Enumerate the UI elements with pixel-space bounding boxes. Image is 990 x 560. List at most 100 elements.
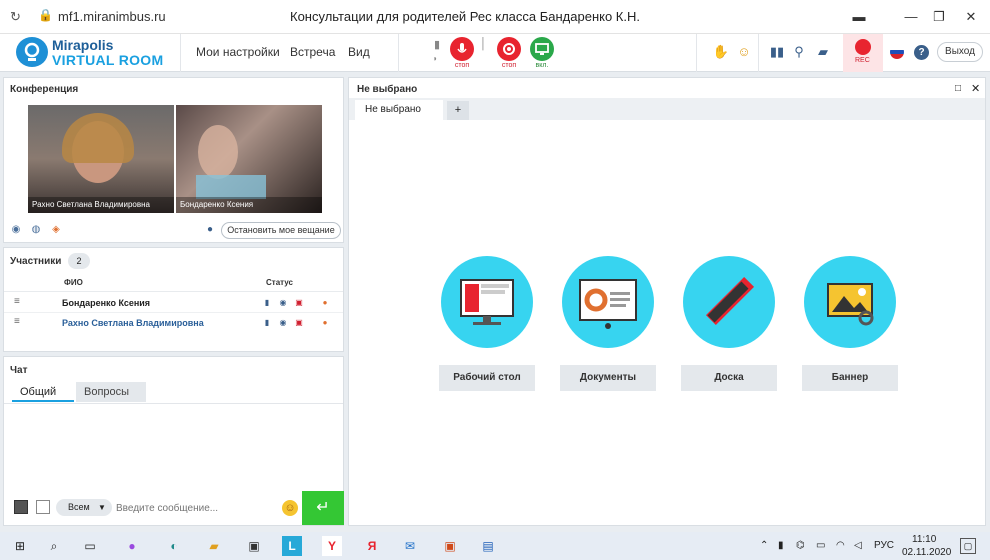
text-color-icon[interactable] xyxy=(14,500,28,514)
user-icon: ● xyxy=(206,224,214,235)
camera-icon[interactable]: ▬ xyxy=(848,6,870,28)
record-icon[interactable] xyxy=(855,39,871,55)
app-l-icon[interactable]: L xyxy=(282,536,302,556)
background-color-icon[interactable] xyxy=(36,500,50,514)
start-icon[interactable]: ⊞ xyxy=(10,536,30,556)
mic-status-icon: ▮ xyxy=(264,298,270,307)
file-explorer-icon[interactable]: ▰ xyxy=(204,536,224,556)
content-panel: Не выбрано □ ✕ Не выбрано + Рабочий стол… xyxy=(348,77,986,526)
role-icon: ● xyxy=(322,298,328,307)
whiteboard-button[interactable]: Доска xyxy=(681,365,777,391)
screen-status-icon: ▣ xyxy=(295,318,303,327)
search-icon[interactable]: ⌕ xyxy=(44,536,64,556)
network-icon[interactable]: ⌬ xyxy=(796,540,805,551)
help-icon[interactable]: ? xyxy=(914,45,929,60)
emoji-icon[interactable]: ☺ xyxy=(282,500,298,516)
windows-taskbar: ⊞ ⌕ ▭ ● ◐ ▰ ▣ L Y Я ✉ ▣ ▤ ⌃ ▮ ⌬ ▭ ◠ ◁ РУ… xyxy=(0,532,990,560)
video-tile[interactable]: Рахно Светлана Владимировна xyxy=(28,105,174,213)
documents-button[interactable]: Документы xyxy=(560,365,656,391)
address-bar[interactable]: mf1.miranimbus.ru xyxy=(58,9,166,24)
word-icon[interactable]: ▤ xyxy=(478,536,498,556)
chevron-down-icon: ▼ xyxy=(98,503,106,512)
volume-icon[interactable]: ◁ xyxy=(854,540,862,551)
wifi-icon[interactable]: ◠ xyxy=(836,540,845,551)
mic-toggle-icon[interactable]: ◑ xyxy=(432,54,437,63)
browser-title-bar: ↻ 🔒 mf1.miranimbus.ru Консультации для р… xyxy=(0,0,990,34)
participants-count-badge: 2 xyxy=(68,253,90,269)
camera-settings-icon[interactable]: ◉ xyxy=(9,223,23,237)
statistics-icon[interactable]: ▮▮ xyxy=(768,43,786,61)
participant-row[interactable]: ≡ Бондаренко Ксения ▮ ◉ ▣ ● xyxy=(4,294,343,312)
whiteboard-icon[interactable] xyxy=(683,256,775,348)
maximize-icon[interactable]: □ xyxy=(955,83,961,94)
participant-name: Бондаренко Ксения xyxy=(62,298,151,308)
chat-tab-general[interactable]: Общий xyxy=(12,382,74,402)
folder-icon[interactable]: ▰ xyxy=(814,43,832,61)
mirapolis-logo-icon xyxy=(16,37,48,67)
edge-icon[interactable]: ◐ xyxy=(164,536,184,556)
raise-hand-icon[interactable]: ✋ xyxy=(712,43,730,61)
minimize-icon[interactable]: — xyxy=(900,6,922,28)
menu-view[interactable]: Вид xyxy=(348,45,370,59)
emoji-icon[interactable]: ☺ xyxy=(735,43,753,61)
participant-face xyxy=(198,125,238,179)
close-icon[interactable]: ✕ xyxy=(960,6,982,28)
desktop-share-icon[interactable] xyxy=(441,256,533,348)
screen-share-button[interactable] xyxy=(530,37,554,61)
chat-panel: Чат Общий Вопросы Всем ▼ ☺ ↵ xyxy=(3,356,344,526)
broadcast-settings-icon[interactable]: ◈ xyxy=(49,223,63,237)
chat-tab-questions[interactable]: Вопросы xyxy=(76,382,146,402)
stop-broadcast-button[interactable]: Остановить мое вещание xyxy=(221,222,341,239)
video-tile[interactable]: Бондаренко Ксения xyxy=(176,105,322,213)
column-header-name[interactable]: ФИО xyxy=(64,278,83,287)
mic-status-icon: ▮ xyxy=(264,318,270,327)
add-tab-button[interactable]: + xyxy=(447,101,469,120)
participant-clothes xyxy=(196,175,266,199)
clock-time[interactable]: 11:10 xyxy=(912,534,936,545)
video-name-label: Рахно Светлана Владимировна xyxy=(32,200,150,209)
send-button[interactable]: ↵ xyxy=(302,491,344,525)
role-icon: ● xyxy=(322,318,328,327)
network-icon[interactable]: ⚲ xyxy=(790,43,808,61)
restore-icon[interactable]: ❐ xyxy=(928,6,950,28)
yandex-icon[interactable]: Я xyxy=(362,536,382,556)
exit-button[interactable]: Выход xyxy=(937,42,983,62)
record-area[interactable]: REC xyxy=(843,34,883,72)
volume-slider-icon[interactable]: │ xyxy=(480,38,487,50)
divider xyxy=(180,34,181,72)
yandex-browser-icon[interactable]: Y xyxy=(322,536,342,556)
powerpoint-icon[interactable]: ▣ xyxy=(440,536,460,556)
documents-icon[interactable] xyxy=(562,256,654,348)
column-header-status[interactable]: Статус xyxy=(266,278,293,287)
drag-handle-icon[interactable]: ≡ xyxy=(14,316,20,327)
message-input[interactable] xyxy=(116,499,276,517)
mic-stop-button[interactable] xyxy=(450,37,474,61)
store-icon[interactable]: ▣ xyxy=(244,536,264,556)
language-indicator[interactable]: РУС xyxy=(874,540,894,551)
tab-not-selected[interactable]: Не выбрано xyxy=(355,100,443,121)
camera-status-icon: ◉ xyxy=(279,298,287,307)
menu-meeting[interactable]: Встреча xyxy=(290,45,335,59)
participant-hair xyxy=(62,113,134,163)
banner-button[interactable]: Баннер xyxy=(802,365,898,391)
display-icon[interactable]: ▭ xyxy=(816,540,825,551)
mail-icon[interactable]: ✉ xyxy=(400,536,420,556)
clock-date[interactable]: 02.11.2020 xyxy=(902,547,951,558)
close-icon[interactable]: ✕ xyxy=(971,82,980,95)
notifications-icon[interactable]: ▢ xyxy=(960,538,976,554)
participant-row[interactable]: ≡ Рахно Светлана Владимировна ▮ ◉ ▣ ● xyxy=(4,314,343,332)
drag-handle-icon[interactable]: ≡ xyxy=(14,296,20,307)
mic-device-icon[interactable]: ▮ xyxy=(434,38,440,51)
chevron-up-icon[interactable]: ⌃ xyxy=(760,540,768,551)
banner-icon[interactable] xyxy=(804,256,896,348)
refresh-icon[interactable]: ↻ xyxy=(10,9,21,25)
camera-stop-label: стоп xyxy=(501,62,517,69)
alice-icon[interactable]: ● xyxy=(122,536,142,556)
mic-settings-icon[interactable]: ◍ xyxy=(29,223,43,237)
menu-my-settings[interactable]: Мои настройки xyxy=(196,45,280,59)
desktop-button[interactable]: Рабочий стол xyxy=(439,365,535,391)
language-flag-icon[interactable] xyxy=(890,45,904,59)
recipient-select[interactable]: Всем ▼ xyxy=(56,499,112,516)
camera-stop-button[interactable] xyxy=(497,37,521,61)
task-view-icon[interactable]: ▭ xyxy=(80,536,100,556)
